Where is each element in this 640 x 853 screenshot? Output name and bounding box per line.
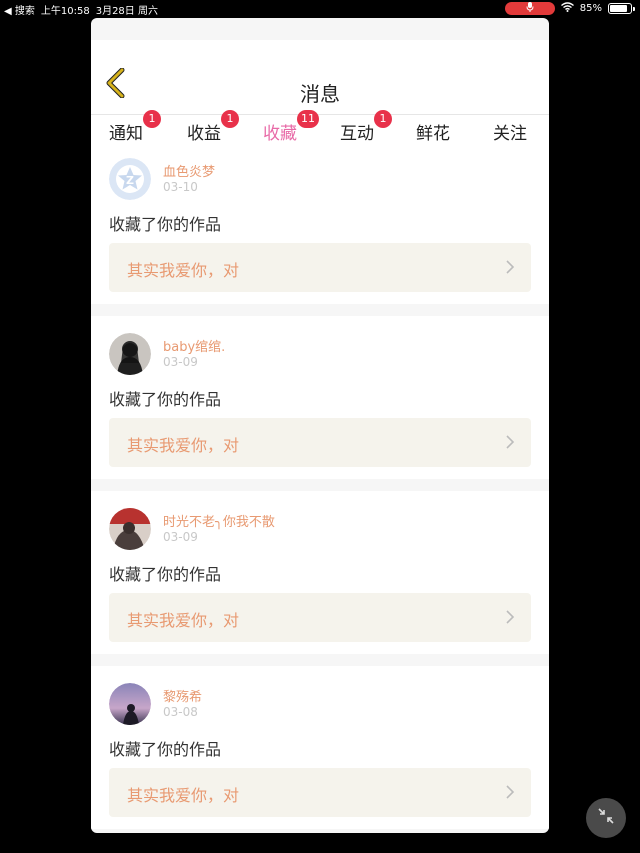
chevron-right-icon [505, 609, 515, 625]
header: 消息 [91, 40, 549, 114]
work-link[interactable]: 其实我爱你，对 [109, 418, 531, 467]
username[interactable]: 时光不老╮你我不散 [163, 511, 275, 530]
action-text: 收藏了你的作品 [109, 740, 222, 759]
list-item: 时光不老╮你我不散 03-09 收藏了你的作品 其实我爱你，对 [91, 491, 549, 654]
wifi-icon [560, 2, 574, 15]
notification-badge: 1 [374, 110, 392, 128]
battery-fill [610, 5, 627, 12]
message-date: 03-10 [163, 180, 198, 194]
status-bar: ◀ 搜索 上午10:58 3月28日 周六 85% [0, 0, 640, 17]
collapse-icon [597, 807, 615, 829]
collapse-window-button[interactable] [586, 798, 626, 838]
battery-percent: 85% [579, 3, 602, 14]
chevron-right-icon [505, 784, 515, 800]
work-title: 其实我爱你，对 [127, 436, 240, 455]
app-window: 消息 通知 1 收益 1 收藏 11 互动 1 鲜花 关注 Z 血色炎梦 03-… [91, 18, 549, 833]
list-item: 黎殇希 03-08 收藏了你的作品 其实我爱你，对 [91, 666, 549, 829]
status-right: 85% [504, 2, 635, 15]
work-title: 其实我爱你，对 [127, 786, 240, 805]
status-time: 上午10:58 [40, 6, 90, 17]
work-title: 其实我爱你，对 [127, 611, 240, 630]
page-title: 消息 [300, 82, 340, 106]
username[interactable]: 黎殇希 [163, 686, 202, 705]
back-to-app-link[interactable]: ◀ 搜索 [4, 2, 35, 17]
action-text: 收藏了你的作品 [109, 565, 222, 584]
avatar[interactable]: Z [109, 158, 151, 200]
avatar[interactable] [109, 508, 151, 550]
message-date: 03-09 [163, 530, 198, 544]
svg-text:Z: Z [126, 174, 134, 187]
action-text: 收藏了你的作品 [109, 390, 222, 409]
message-date: 03-09 [163, 355, 198, 369]
microphone-indicator [504, 2, 555, 15]
status-left: ◀ 搜索 上午10:58 3月28日 周六 [4, 2, 158, 17]
avatar[interactable] [109, 333, 151, 375]
notification-badge: 1 [221, 110, 239, 128]
work-link[interactable]: 其实我爱你，对 [109, 243, 531, 292]
work-link[interactable]: 其实我爱你，对 [109, 593, 531, 642]
chevron-right-icon [505, 434, 515, 450]
battery-icon [608, 3, 635, 14]
notification-badge: 1 [143, 110, 161, 128]
list-item: baby绾绾. 03-09 收藏了你的作品 其实我爱你，对 [91, 316, 549, 479]
work-link[interactable]: 其实我爱你，对 [109, 768, 531, 817]
chevron-right-icon [505, 259, 515, 275]
status-date: 3月28日 周六 [95, 6, 158, 17]
microphone-icon [526, 2, 534, 15]
list-item: Z 血色炎梦 03-10 收藏了你的作品 其实我爱你，对 [91, 141, 549, 304]
work-title: 其实我爱你，对 [127, 261, 240, 280]
avatar[interactable] [109, 683, 151, 725]
username[interactable]: 血色炎梦 [163, 161, 215, 180]
username[interactable]: baby绾绾. [163, 336, 225, 355]
action-text: 收藏了你的作品 [109, 215, 222, 234]
message-date: 03-08 [163, 705, 198, 719]
notification-badge: 11 [297, 110, 319, 128]
